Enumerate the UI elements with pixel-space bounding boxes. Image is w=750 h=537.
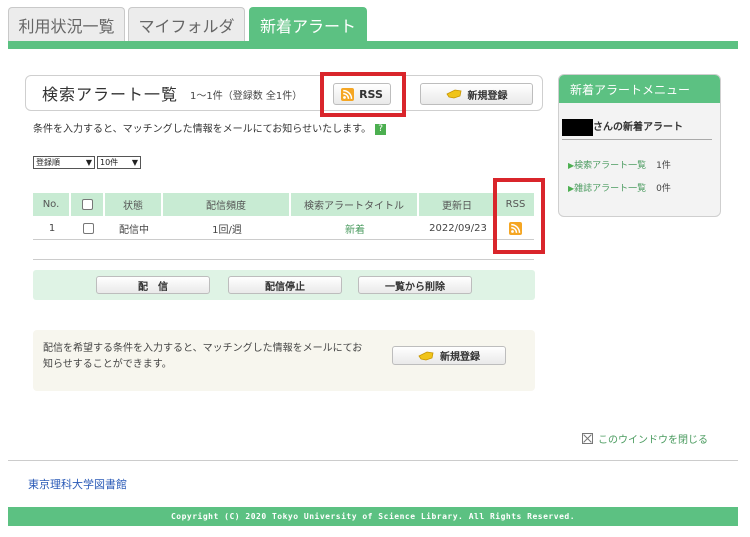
sort-select-value: 登録順 — [36, 158, 60, 167]
footer-divider — [8, 460, 738, 461]
notice-register-button[interactable]: 新規登録 — [392, 346, 506, 365]
tab-my-folder[interactable]: マイフォルダ — [128, 7, 245, 42]
col-no: No. — [33, 193, 71, 216]
menu-item-label: 検索アラート一覧 — [574, 161, 647, 171]
per-page-select-value: 10件 — [100, 158, 119, 167]
menu-item-journal-alerts[interactable]: ▶雑誌アラート一覧 0件 — [568, 181, 671, 194]
tab-label: 利用状況一覧 — [18, 17, 115, 36]
new-register-label: 新規登録 — [467, 90, 508, 102]
menu-item-search-alerts[interactable]: ▶検索アラート一覧 1件 — [568, 158, 671, 171]
table-row: 1 配信中 1回/週 新着 2022/09/23 — [33, 218, 534, 240]
col-frequency: 配信頻度 — [163, 193, 291, 216]
alert-title-link[interactable]: 新着 — [291, 218, 419, 239]
library-name-link[interactable]: 東京理科大学図書館 — [28, 476, 127, 492]
col-select-all — [71, 193, 105, 216]
divider — [33, 259, 534, 260]
menu-title: 新着アラートメニュー — [559, 75, 720, 103]
tab-bar-underline — [8, 41, 738, 49]
copyright-bar: Copyright (C) 2020 Tokyo University of S… — [8, 507, 738, 526]
chevron-down-icon: ▼ — [131, 158, 138, 167]
remove-from-list-button[interactable]: 一覧から削除 — [358, 276, 472, 294]
highlight-rss-header — [320, 72, 406, 117]
notice-register-label: 新規登録 — [440, 352, 480, 363]
cell-frequency: 1回/週 — [212, 225, 242, 236]
close-window-label: このウインドウを閉じる — [598, 435, 708, 446]
cell-select — [71, 218, 105, 239]
menu-user-line: さんの新着アラート — [562, 118, 683, 136]
select-all-checkbox[interactable] — [81, 199, 93, 210]
alert-menu: 新着アラートメニュー さんの新着アラート ▶検索アラート一覧 1件 ▶雑誌アラート… — [558, 74, 721, 217]
col-title: 検索アラートタイトル — [291, 193, 419, 216]
tab-label: 新着アラート — [259, 17, 356, 36]
help-icon[interactable]: ? — [375, 123, 387, 135]
info-text: 条件を入力すると、マッチングした情報をメールにてお知らせいたします。 — [33, 124, 372, 135]
col-status: 状態 — [105, 193, 163, 216]
notice-text: 配信を希望する条件を入力すると、マッチングした情報をメールにてお知らせすることが… — [43, 343, 363, 370]
chevron-down-icon: ▼ — [85, 158, 92, 167]
cell-status: 配信中 — [119, 225, 149, 236]
page-title: 検索アラート一覧 — [42, 85, 179, 104]
per-page-select[interactable]: 10件 ▼ — [97, 156, 141, 169]
table-header: No. 状態 配信頻度 検索アラートタイトル 更新日 RSS — [33, 193, 534, 216]
menu-item-count: 1件 — [656, 161, 671, 171]
hand-pointer-icon — [418, 350, 434, 362]
menu-item-label: 雑誌アラート一覧 — [574, 184, 647, 194]
tab-new-alerts[interactable]: 新着アラート — [249, 7, 367, 42]
row-checkbox[interactable] — [82, 223, 94, 234]
hand-pointer-icon — [445, 88, 462, 100]
close-icon — [582, 433, 593, 444]
cell-no: 1 — [48, 223, 56, 234]
menu-user-suffix: さんの新着アラート — [593, 122, 683, 133]
highlight-rss-column — [493, 178, 545, 254]
cell-updated: 2022/09/23 — [429, 223, 487, 234]
col-updated: 更新日 — [419, 193, 497, 216]
redacted-username — [562, 118, 593, 136]
info-text-line: 条件を入力すると、マッチングした情報をメールにてお知らせいたします。? — [33, 120, 387, 135]
sort-select[interactable]: 登録順 ▼ — [33, 156, 95, 169]
stop-delivery-button[interactable]: 配信停止 — [228, 276, 342, 294]
tab-label: マイフォルダ — [138, 17, 235, 36]
new-register-button[interactable]: 新規登録 — [420, 83, 533, 105]
result-count: 1～1件（登録数 全1件） — [190, 91, 303, 102]
tab-usage-status[interactable]: 利用状況一覧 — [8, 7, 125, 42]
deliver-button[interactable]: 配 信 — [96, 276, 210, 294]
menu-divider — [562, 139, 712, 140]
menu-item-count: 0件 — [656, 184, 671, 194]
close-window-link[interactable]: このウインドウを閉じる — [582, 431, 708, 446]
